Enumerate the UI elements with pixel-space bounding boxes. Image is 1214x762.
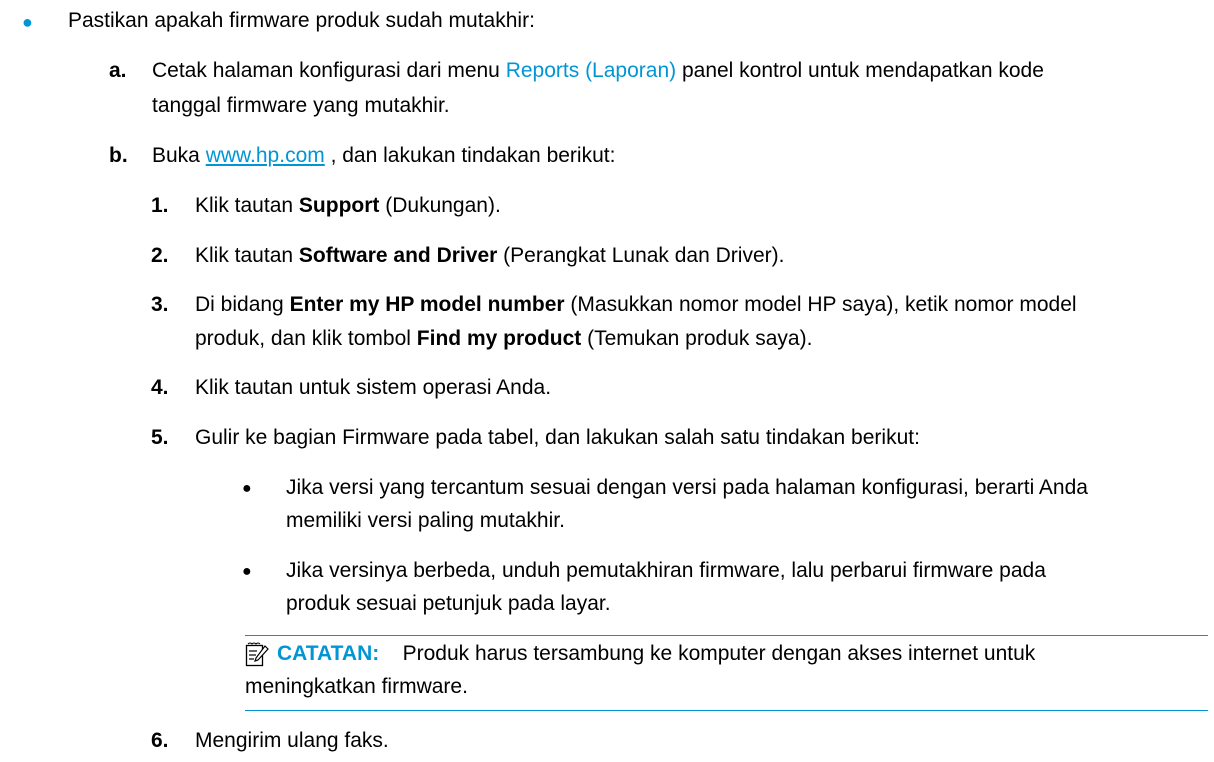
step-3-post: (Masukkan nomor model HP saya), ketik no… (564, 293, 1077, 317)
step-3-line2: produk, dan klik tombol Find my product … (195, 324, 812, 354)
step-3-pre: Di bidang (195, 293, 290, 317)
software-driver-label: Software and Driver (298, 243, 498, 267)
sub-bullet-2-line1: Jika versinya berbeda, unduh pemutakhira… (286, 558, 1046, 582)
step-b-pre: Buka (152, 144, 206, 168)
note-text-1: Produk harus tersambung ke komputer deng… (402, 641, 1036, 665)
sub-bullet-2-line2: produk sesuai petunjuk pada layar. (286, 592, 611, 616)
step-6-text: Mengirim ulang faks. (195, 729, 389, 752)
sub-bullet-1-line2: memiliki versi paling mutakhir. (286, 509, 565, 533)
support-link-label: Support (298, 194, 380, 217)
sub-bullet-1-line1: Jika versi yang tercantum sesuai dengan … (286, 475, 1088, 499)
step-b-line1: Buka www.hp.com , dan lakukan tindakan b… (152, 141, 615, 171)
step-a-pre: Cetak halaman konfigurasi dari menu (152, 59, 506, 83)
step-a-post: panel kontrol untuk mendapatkan kode (676, 59, 1044, 83)
note-label: CATATAN: (277, 641, 380, 665)
reports-link[interactable]: Reports (Laporan) (506, 59, 676, 82)
step-2-number: 2. (151, 243, 169, 267)
intro-text: Pastikan apakah firmware produk sudah mu… (68, 8, 535, 32)
note-bottom-rule (245, 709, 1208, 711)
step-6-number: 6. (151, 729, 169, 752)
step-b-marker: b. (109, 144, 128, 168)
model-number-field-label: Enter my HP model number (289, 293, 565, 317)
step-5-text: Gulir ke bagian Firmware pada tabel, dan… (195, 426, 920, 450)
step-5-number: 5. (151, 426, 169, 450)
step-1-number: 1. (151, 194, 169, 217)
step-1-pre: Klik tautan (195, 194, 299, 217)
step-2-text: Klik tautan Software and Driver (Perangk… (195, 241, 784, 271)
step-a-line1: Cetak halaman konfigurasi dari menu Repo… (152, 56, 1044, 86)
step-2-pre: Klik tautan (195, 243, 299, 267)
step-1-text: Klik tautan Support (Dukungan). (195, 191, 501, 221)
step-3-line1: Di bidang Enter my HP model number (Masu… (195, 290, 1077, 320)
note-pencil-icon (245, 642, 269, 666)
sub-bullet-icon: ● (242, 562, 252, 580)
step-3-l2-post: (Temukan produk saya). (581, 326, 813, 350)
step-4-text: Klik tautan untuk sistem operasi Anda. (195, 376, 552, 400)
bullet-icon: ● (22, 11, 33, 32)
step-2-post: (Perangkat Lunak dan Driver). (497, 243, 785, 267)
sub-bullet-icon: ● (242, 479, 252, 497)
note-line2: meningkatkan firmware. (245, 675, 468, 699)
step-b-post: , dan lakukan tindakan berikut: (324, 144, 616, 168)
find-product-button-label: Find my product (416, 326, 582, 350)
step-1-post: (Dukungan). (379, 194, 501, 217)
note-top-rule (245, 635, 1208, 637)
step-3-number: 3. (151, 293, 169, 317)
step-a-line2: tanggal firmware yang mutakhir. (152, 93, 450, 117)
hp-website-link[interactable]: www.hp.com (206, 144, 325, 167)
step-a-marker: a. (109, 59, 127, 83)
step-3-l2-pre: produk, dan klik tombol (195, 326, 417, 350)
note-line1: CATATAN: Produk harus tersambung ke komp… (277, 639, 1035, 669)
step-4-number: 4. (151, 376, 169, 400)
